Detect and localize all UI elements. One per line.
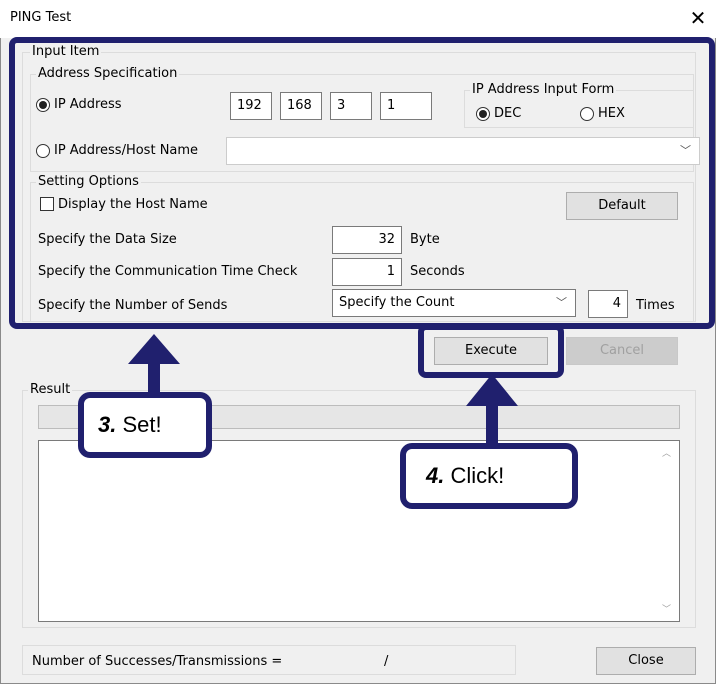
close-button[interactable]: Close [596,647,696,675]
cancel-button[interactable]: Cancel [566,337,678,365]
window-title: PING Test [10,10,72,25]
title-bar [0,0,716,38]
scroll-down-icon[interactable]: ﹀ [662,602,671,615]
execute-highlight [418,324,564,378]
result-output-area[interactable] [38,440,680,622]
summary-separator: / [384,654,389,669]
click-step-text: Click! [450,463,505,488]
set-callout: 3. Set! [78,392,212,458]
set-step-number: 3. [98,412,117,437]
summary-label: Number of Successes/Transmissions = [32,654,283,669]
result-legend: Result [28,382,73,397]
scroll-up-icon[interactable]: ︿ [662,446,671,459]
close-icon[interactable]: ✕ [687,6,709,30]
set-step-text: Set! [122,412,162,437]
click-arrow-icon [466,374,518,450]
click-callout: 4. Click! [400,443,578,509]
set-arrow-icon [128,334,180,394]
input-item-highlight [9,37,715,329]
click-step-number: 4. [426,463,445,488]
